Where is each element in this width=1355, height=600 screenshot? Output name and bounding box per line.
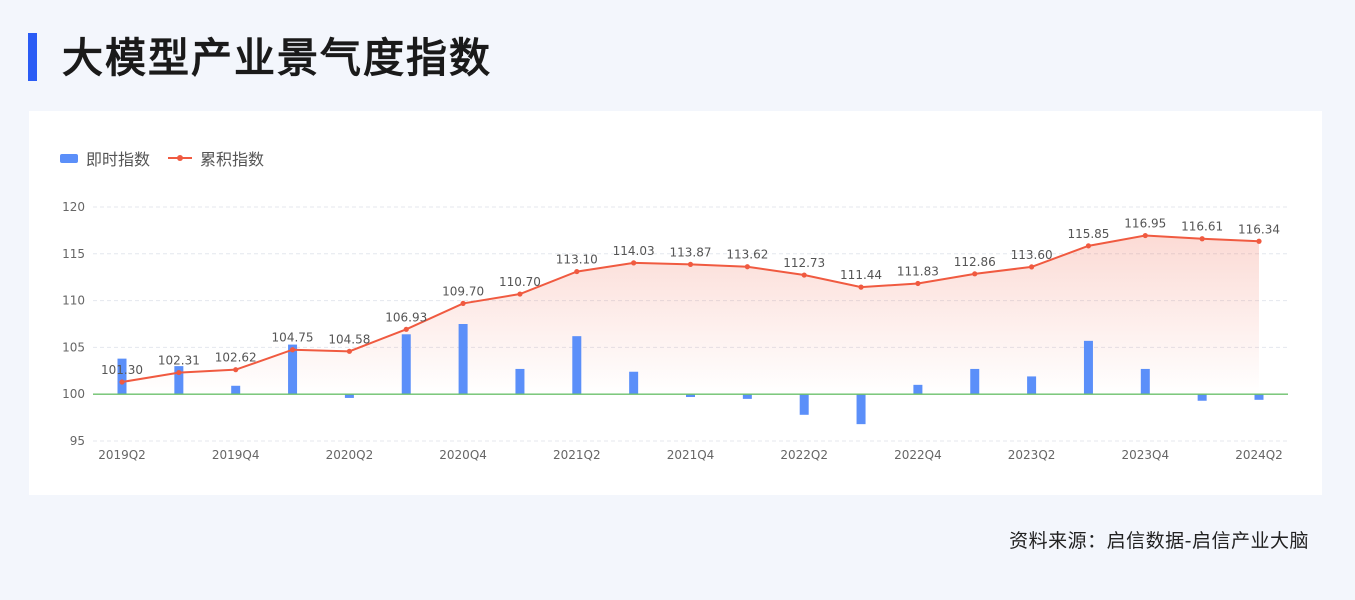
source-note: 资料来源：启信数据-启信产业大脑 (1009, 530, 1309, 552)
x-tick-label: 2021Q4 (667, 448, 715, 462)
line-data-label: 116.61 (1181, 220, 1223, 234)
line-data-label: 102.31 (158, 354, 200, 368)
line-data-label: 102.62 (215, 351, 257, 365)
line-data-label: 116.95 (1124, 217, 1166, 231)
line-data-label: 115.85 (1067, 227, 1109, 241)
line-data-label: 113.60 (1011, 248, 1053, 262)
bar-immediate-index (401, 334, 411, 395)
line-point (233, 367, 239, 373)
y-tick-label: 110 (62, 294, 85, 308)
line-point (574, 268, 580, 275)
line-data-label: 113.10 (556, 253, 598, 267)
x-tick-label: 2024Q2 (1235, 448, 1283, 462)
x-tick-label: 2020Q2 (326, 448, 374, 462)
line-point (176, 369, 182, 376)
x-tick-label: 2021Q2 (553, 448, 601, 462)
bar-immediate-index (856, 394, 866, 425)
line-point (801, 272, 807, 278)
line-point (915, 280, 921, 287)
y-tick-label: 115 (62, 247, 85, 261)
line-point (1029, 264, 1035, 270)
x-tick-label: 2020Q4 (439, 448, 487, 462)
bar-immediate-index (572, 336, 582, 395)
bar-immediate-index (913, 384, 923, 395)
y-tick-label: 95 (70, 434, 85, 448)
bar-immediate-index (629, 371, 639, 395)
line-data-label: 114.03 (613, 244, 655, 258)
bar-immediate-index (1083, 340, 1093, 395)
line-data-label: 111.83 (897, 264, 939, 278)
line-point (346, 348, 352, 354)
x-tick-label: 2019Q4 (212, 448, 260, 462)
bar-immediate-index (799, 394, 809, 415)
line-point (403, 326, 409, 332)
x-tick-label: 2023Q4 (1121, 448, 1169, 462)
line-point (289, 347, 296, 353)
bar-immediate-index (1027, 376, 1037, 395)
bar-immediate-index (458, 324, 468, 395)
y-tick-label: 120 (62, 200, 85, 214)
line-data-label: 112.73 (783, 256, 825, 270)
bar-immediate-index (231, 385, 241, 395)
bar-immediate-index (515, 368, 525, 395)
index-chart: 95 100 105 110 115 120 101.30 102.31 102.62 104.7… (62, 200, 1288, 462)
line-point (1142, 232, 1148, 239)
x-tick-label: 2023Q2 (1008, 448, 1056, 462)
line-point (119, 379, 125, 385)
line-point (1199, 236, 1205, 242)
line-point (687, 261, 694, 267)
bar-immediate-index (1197, 394, 1207, 401)
line-point (972, 271, 978, 277)
x-tick-label: 2022Q4 (894, 448, 942, 462)
y-tick-label: 105 (62, 340, 85, 354)
bar-immediate-index (970, 368, 980, 395)
line-point (1256, 238, 1262, 244)
line-data-label: 110.70 (499, 275, 541, 289)
bar-immediate-index (1254, 394, 1264, 400)
bar-immediate-index (742, 394, 752, 399)
line-data-label: 109.70 (442, 284, 484, 298)
line-point (517, 291, 523, 297)
bar-immediate-index (1140, 368, 1150, 395)
line-data-label: 116.34 (1238, 222, 1280, 236)
line-data-label: 101.30 (101, 363, 143, 377)
line-point (1085, 243, 1092, 249)
line-data-label: 112.86 (954, 255, 996, 269)
line-data-label: 106.93 (385, 310, 427, 324)
line-data-label: 104.75 (272, 331, 314, 345)
line-point (631, 260, 637, 266)
line-point (460, 300, 466, 307)
line-point (858, 284, 864, 290)
x-tick-label: 2022Q2 (780, 448, 828, 462)
line-point (744, 264, 750, 270)
y-tick-label: 100 (62, 387, 85, 401)
line-data-label: 113.87 (670, 245, 712, 259)
x-tick-label: 2019Q2 (98, 448, 146, 462)
line-data-label: 104.58 (328, 332, 370, 346)
line-data-label: 113.62 (726, 248, 768, 262)
line-data-label: 111.44 (840, 268, 882, 282)
